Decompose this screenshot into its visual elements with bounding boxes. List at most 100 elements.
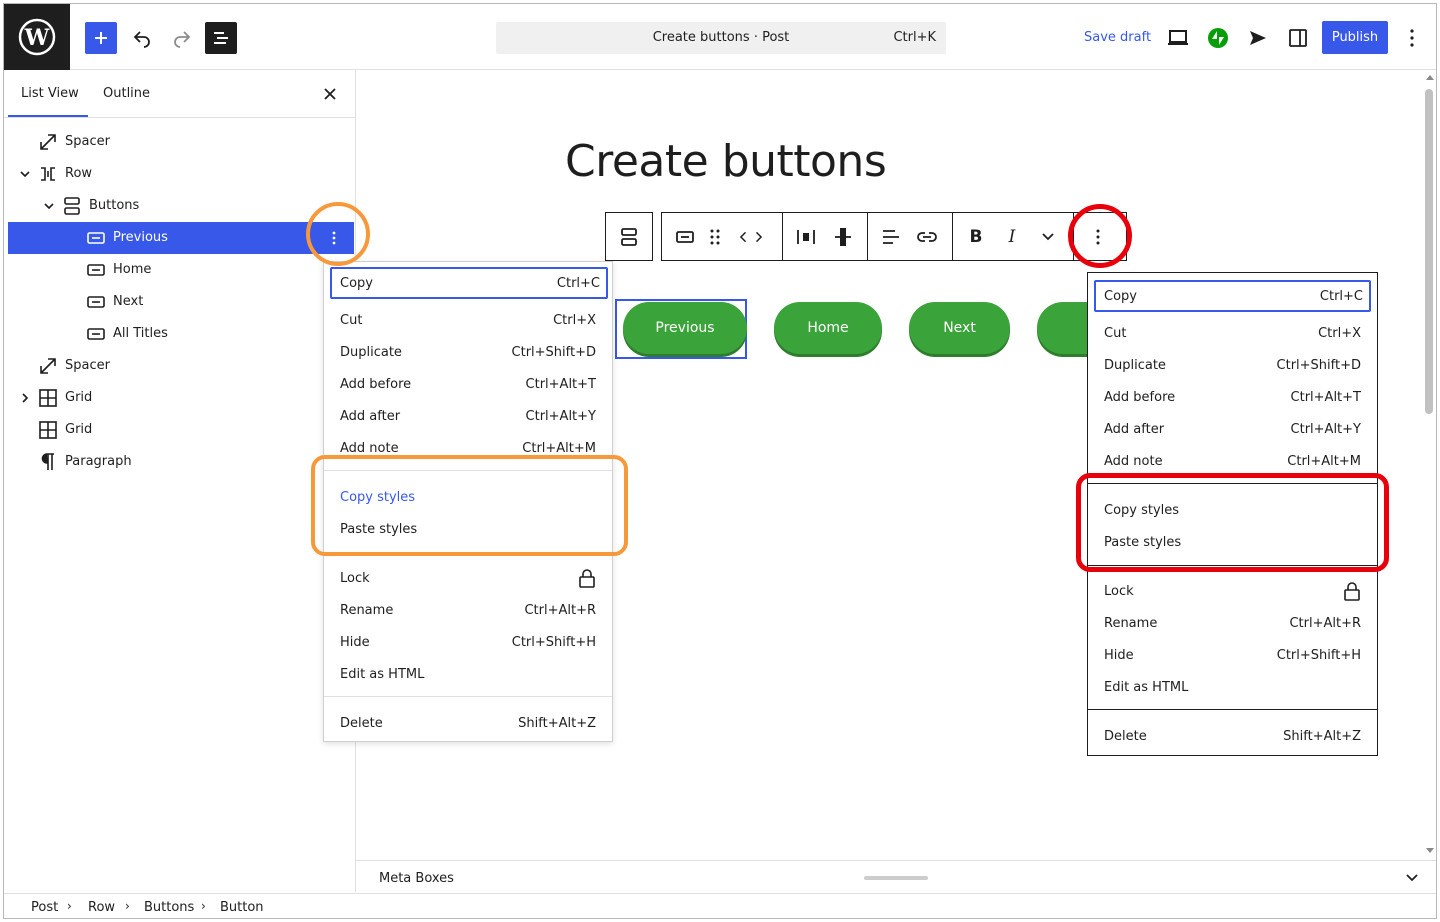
chevron-right-icon: › (201, 899, 206, 913)
vertical-align-icon[interactable] (832, 226, 854, 248)
settings-sidebar-button[interactable] (1286, 26, 1310, 50)
toolbar-divider (867, 213, 868, 260)
send-button[interactable] (1246, 26, 1270, 50)
list-item-selected[interactable]: Previous (8, 222, 354, 254)
list-item[interactable]: Spacer (8, 126, 354, 158)
resize-handle[interactable] (864, 876, 928, 880)
spacer-icon (39, 357, 57, 375)
move-arrows-icon[interactable] (740, 226, 762, 248)
menu-item-cut[interactable]: Cut Ctrl+X (1088, 317, 1377, 349)
chevron-down-icon[interactable] (41, 198, 57, 214)
active-tab-indicator (8, 115, 88, 117)
previous-button[interactable]: Previous (623, 302, 747, 354)
list-item[interactable]: All Titles (8, 318, 354, 350)
menu-item-cut[interactable]: Cut Ctrl+X (324, 304, 612, 336)
breadcrumb-row[interactable]: Row (88, 900, 115, 915)
row-icon (39, 165, 57, 183)
meta-boxes-panel[interactable]: Meta Boxes (356, 860, 1436, 893)
menu-item-hide[interactable]: Hide Ctrl+Shift+H (1088, 639, 1377, 671)
chevron-right-icon[interactable] (17, 390, 33, 406)
tab-list-view[interactable]: List View (21, 86, 79, 101)
undo-button[interactable] (129, 25, 155, 51)
sidebar-toggle-icon (1289, 29, 1307, 47)
list-item-label: Grid (65, 390, 93, 405)
list-item[interactable]: Row (8, 158, 354, 190)
command-shortcut: Ctrl+K (893, 30, 936, 45)
list-item-label: Spacer (65, 134, 110, 149)
breadcrumb-buttons[interactable]: Buttons (144, 900, 194, 915)
home-button[interactable]: Home (774, 302, 882, 354)
chevron-down-icon[interactable] (1037, 226, 1059, 248)
chevron-right-icon: › (125, 899, 130, 913)
menu-item-copy[interactable]: Copy Ctrl+C (1094, 280, 1371, 312)
redo-button[interactable] (169, 25, 195, 51)
jetpack-button[interactable] (1206, 26, 1230, 50)
button-icon[interactable] (674, 226, 696, 248)
wordpress-logo-icon[interactable]: W (4, 4, 70, 70)
justify-icon[interactable] (795, 226, 817, 248)
drag-handle-icon[interactable] (704, 226, 726, 248)
list-item[interactable]: Next (8, 286, 354, 318)
laptop-icon (1168, 30, 1188, 45)
buttons-icon[interactable] (618, 226, 640, 248)
link-icon[interactable] (916, 226, 938, 248)
menu-item-delete[interactable]: Delete Shift+Alt+Z (1088, 720, 1377, 752)
kebab-icon (1410, 29, 1414, 47)
list-item[interactable]: Buttons (8, 190, 354, 222)
list-item[interactable]: Home (8, 254, 354, 286)
menu-item-copy[interactable]: Copy Ctrl+C (330, 267, 608, 299)
block-toolbar: B I (661, 212, 1127, 261)
breadcrumb-post[interactable]: Post (31, 900, 58, 915)
orange-annotation-circle (306, 202, 370, 266)
close-sidebar-button[interactable] (320, 84, 340, 104)
list-item-label: Spacer (65, 358, 110, 373)
tab-outline[interactable]: Outline (103, 86, 150, 101)
document-overview-button[interactable] (205, 22, 237, 54)
menu-item-add-before[interactable]: Add before Ctrl+Alt+T (1088, 381, 1377, 413)
send-icon (1250, 31, 1266, 45)
menu-item-add-before[interactable]: Add before Ctrl+Alt+T (324, 368, 612, 400)
sidebar-tabs: List View Outline (4, 70, 355, 118)
list-item[interactable]: Grid (8, 382, 354, 414)
menu-item-duplicate[interactable]: Duplicate Ctrl+Shift+D (324, 336, 612, 368)
scroll-thumb[interactable] (1425, 89, 1433, 414)
parent-block-selector[interactable] (605, 212, 653, 261)
menu-item-rename[interactable]: Rename Ctrl+Alt+R (324, 594, 612, 626)
list-item-label: Paragraph (65, 454, 132, 469)
menu-item-edit-html[interactable]: Edit as HTML (1088, 671, 1377, 703)
breadcrumb: Post › Row › Buttons › Button (4, 893, 1436, 918)
italic-icon[interactable]: I (1001, 226, 1023, 248)
menu-item-rename[interactable]: Rename Ctrl+Alt+R (1088, 607, 1377, 639)
bold-icon[interactable]: B (965, 226, 987, 248)
menu-item-add-after[interactable]: Add after Ctrl+Alt+Y (1088, 413, 1377, 445)
grid-icon (39, 421, 57, 439)
chevron-down-icon[interactable] (17, 166, 33, 182)
align-left-icon[interactable] (880, 226, 902, 248)
options-button[interactable] (1400, 26, 1424, 50)
publish-button[interactable]: Publish (1322, 21, 1388, 54)
post-title[interactable]: Create buttons (565, 136, 887, 187)
command-palette-bar[interactable]: Create buttons · Post Ctrl+K (496, 22, 946, 54)
save-draft-button[interactable]: Save draft (1084, 30, 1151, 45)
add-block-button[interactable] (85, 22, 117, 54)
menu-item-lock[interactable]: Lock (1088, 575, 1377, 607)
list-item-label: Buttons (89, 198, 140, 213)
menu-item-delete[interactable]: Delete Shift+Alt+Z (324, 707, 612, 739)
list-item[interactable]: Spacer (8, 350, 354, 382)
editor-window: W Create buttons · Post Ctrl+K Save draf… (3, 3, 1437, 919)
scroll-down-icon (1426, 848, 1434, 853)
menu-item-edit-html[interactable]: Edit as HTML (324, 658, 612, 690)
list-item[interactable]: Paragraph (8, 446, 354, 478)
menu-item-duplicate[interactable]: Duplicate Ctrl+Shift+D (1088, 349, 1377, 381)
scroll-up-icon (1426, 75, 1434, 80)
list-item[interactable]: Grid (8, 414, 354, 446)
spacer-icon (39, 133, 57, 151)
menu-item-lock[interactable]: Lock (324, 562, 612, 594)
next-button[interactable]: Next (909, 302, 1010, 354)
button-icon (87, 261, 105, 279)
toolbar-divider (782, 213, 783, 260)
menu-item-add-after[interactable]: Add after Ctrl+Alt+Y (324, 400, 612, 432)
preview-button[interactable] (1166, 26, 1190, 50)
document-title: Create buttons · Post (652, 30, 790, 45)
menu-item-hide[interactable]: Hide Ctrl+Shift+H (324, 626, 612, 658)
